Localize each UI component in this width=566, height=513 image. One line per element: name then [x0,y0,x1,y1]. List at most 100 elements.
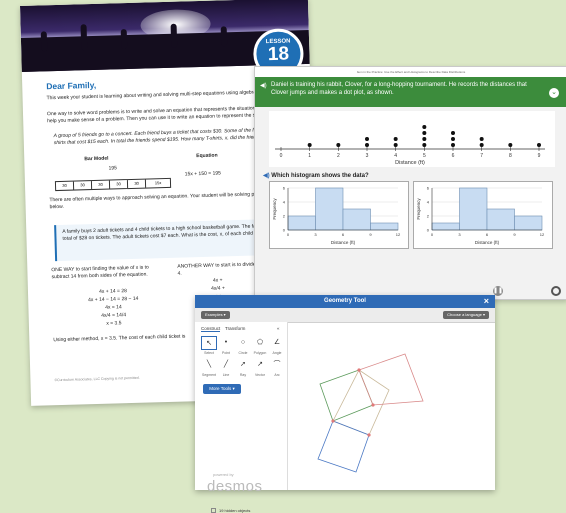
greeting: Dear Family, [46,79,97,92]
bar-model-cell: 30 [55,181,75,191]
powered-by-label: powered by [213,472,234,477]
histogram-b-svg: 0 2 4 6 0 3 6 9 12 Distance (ft) Frequency [416,186,545,246]
histogram-bar [370,222,399,231]
histogram-bar [342,208,371,231]
solution-step: x = 3.5 [106,320,122,327]
red-square[interactable] [358,353,424,406]
histogram-a-svg: 0 2 4 6 0 3 6 9 12 Distance (ft) Frequency [272,186,401,246]
histogram-x-label: Distance (ft) [331,240,356,245]
bar-model-cell: 30 [91,180,111,190]
arc-tool-icon[interactable]: ⌒ [269,358,285,372]
dot-plot-point [451,131,455,135]
line-tool-icon[interactable]: ╱ [218,358,234,372]
histogram-option-a[interactable]: 0 2 4 6 0 3 6 9 12 Distance (ft) Frequency [269,181,409,249]
dot-plot-point [479,137,484,141]
histogram-y-tick: 6 [427,186,430,191]
histogram-option-b[interactable]: 0 2 4 6 0 3 6 9 12 Distance (ft) Frequency [413,181,553,249]
window-title: Geometry Tool [324,298,366,304]
bar-model-heading: Bar Model [84,155,109,163]
vertex-point[interactable] [367,433,371,437]
question-text: ◀) Which histogram shows the data? [263,172,369,179]
tab-transform[interactable]: Transform [225,326,245,331]
raised-hand [40,31,48,52]
dot-plot-point [336,143,341,147]
raised-hand [80,24,88,51]
question-label: Which histogram shows the data? [271,173,369,179]
dot-plot-tick-label: 5 [423,153,426,159]
bar-model-cell: 30 [73,181,93,190]
ray-tool-icon[interactable]: ➚ [235,358,251,372]
geometry-drawing [317,353,424,473]
practice-app-window: Item in the Practice: Use the Effect and… [254,66,566,300]
vector-tool-icon[interactable]: ↗ [252,358,268,372]
histogram-bar [287,215,316,231]
dot-plot-tick-label: 3 [366,153,369,159]
dot-plot: 0 1 2 3 4 5 6 7 8 9 Distance (ft) [269,111,555,167]
dot-plot-point [479,143,484,147]
one-way-text: ONE WAY to start finding the value of x … [51,264,149,280]
dot-plot-tick-label: 9 [538,153,541,159]
close-icon[interactable]: × [484,295,489,308]
dot-plot-tick-label: 6 [452,153,455,159]
bar-model-cell: 15x [154,180,162,186]
dot-plot-tick-label: 4 [394,153,397,159]
histogram-y-label: Frequency [416,198,421,220]
histogram-x-tick: 9 [513,232,516,237]
polygon-tool-icon[interactable]: ⬠ [252,336,268,350]
prompt-banner: ◀) Daniel is training his rabbit, Clover… [255,77,566,107]
geometry-canvas[interactable] [288,322,495,490]
blue-square[interactable] [317,420,370,473]
histogram-y-tick: 6 [283,186,286,191]
histogram-x-tick: 6 [342,232,345,237]
dot-plot-point [307,143,312,147]
bar-model-cell: 30 [128,179,147,189]
vertex-point[interactable] [357,368,361,372]
dot-plot-point [422,143,427,147]
vertex-point[interactable] [331,419,335,423]
gear-icon[interactable] [551,286,561,296]
dot-plot-point [422,137,427,141]
histogram-y-tick: 4 [427,200,430,205]
hidden-objects-label: 19 hidden objects [219,508,251,513]
histogram-bar [514,215,543,231]
histogram-bar [459,187,488,231]
tool-sidebar: Construct Transform « ↖ Select • Point ○ Circ… [195,322,288,513]
lesson-number: 18 [267,43,290,66]
dot-plot-point [451,137,455,141]
chevron-down-icon[interactable]: ⌄ [549,88,559,98]
tab-construct[interactable]: Construct [201,326,221,332]
angle-tool-icon[interactable]: ∠ [269,336,285,350]
hidden-objects-checkbox[interactable] [211,508,216,513]
examples-dropdown[interactable]: Examples ▾ [201,311,230,319]
raised-hand [170,23,178,48]
speaker-icon[interactable]: ◀) [260,82,267,90]
triangle[interactable] [332,369,390,436]
select-tool-icon[interactable]: ↖ [201,336,217,350]
dot-plot-point [393,143,398,147]
point-tool-icon[interactable]: • [218,336,234,350]
bar-model: 30 30 30 30 30 15x [54,177,172,192]
angle-tool-label: Angle [272,351,282,355]
equation: 15x + 150 = 195 [184,170,221,178]
prompt-text: Daniel is training his rabbit, Clover, f… [271,82,527,96]
segment-tool-icon[interactable]: ╲ [201,358,217,372]
dot-plot-point [451,143,455,147]
histogram-x-tick: 6 [486,232,489,237]
histogram-bar [315,187,344,231]
histogram-x-label: Distance (ft) [475,240,500,245]
dot-plot-axis-label: Distance (ft) [395,160,425,166]
circle-tool-icon[interactable]: ○ [235,336,251,350]
histogram-x-tick: 9 [369,232,372,237]
histogram-x-tick: 3 [314,232,317,237]
dot-plot-point [365,137,369,141]
language-dropdown[interactable]: Choose a language ▾ [443,311,489,319]
dot-plot-tick-label: 0 [280,153,283,159]
green-square[interactable] [319,369,374,422]
histogram-y-tick: 0 [283,228,286,233]
more-tools-button[interactable]: More Tools ▾ [203,384,241,394]
vertex-point[interactable] [371,403,375,407]
geometry-toolbar: Examples ▾ Choose a language ▾ [195,308,495,323]
collapse-icon[interactable]: « [277,326,280,331]
raised-hand [120,29,128,50]
raised-hand [220,26,228,47]
